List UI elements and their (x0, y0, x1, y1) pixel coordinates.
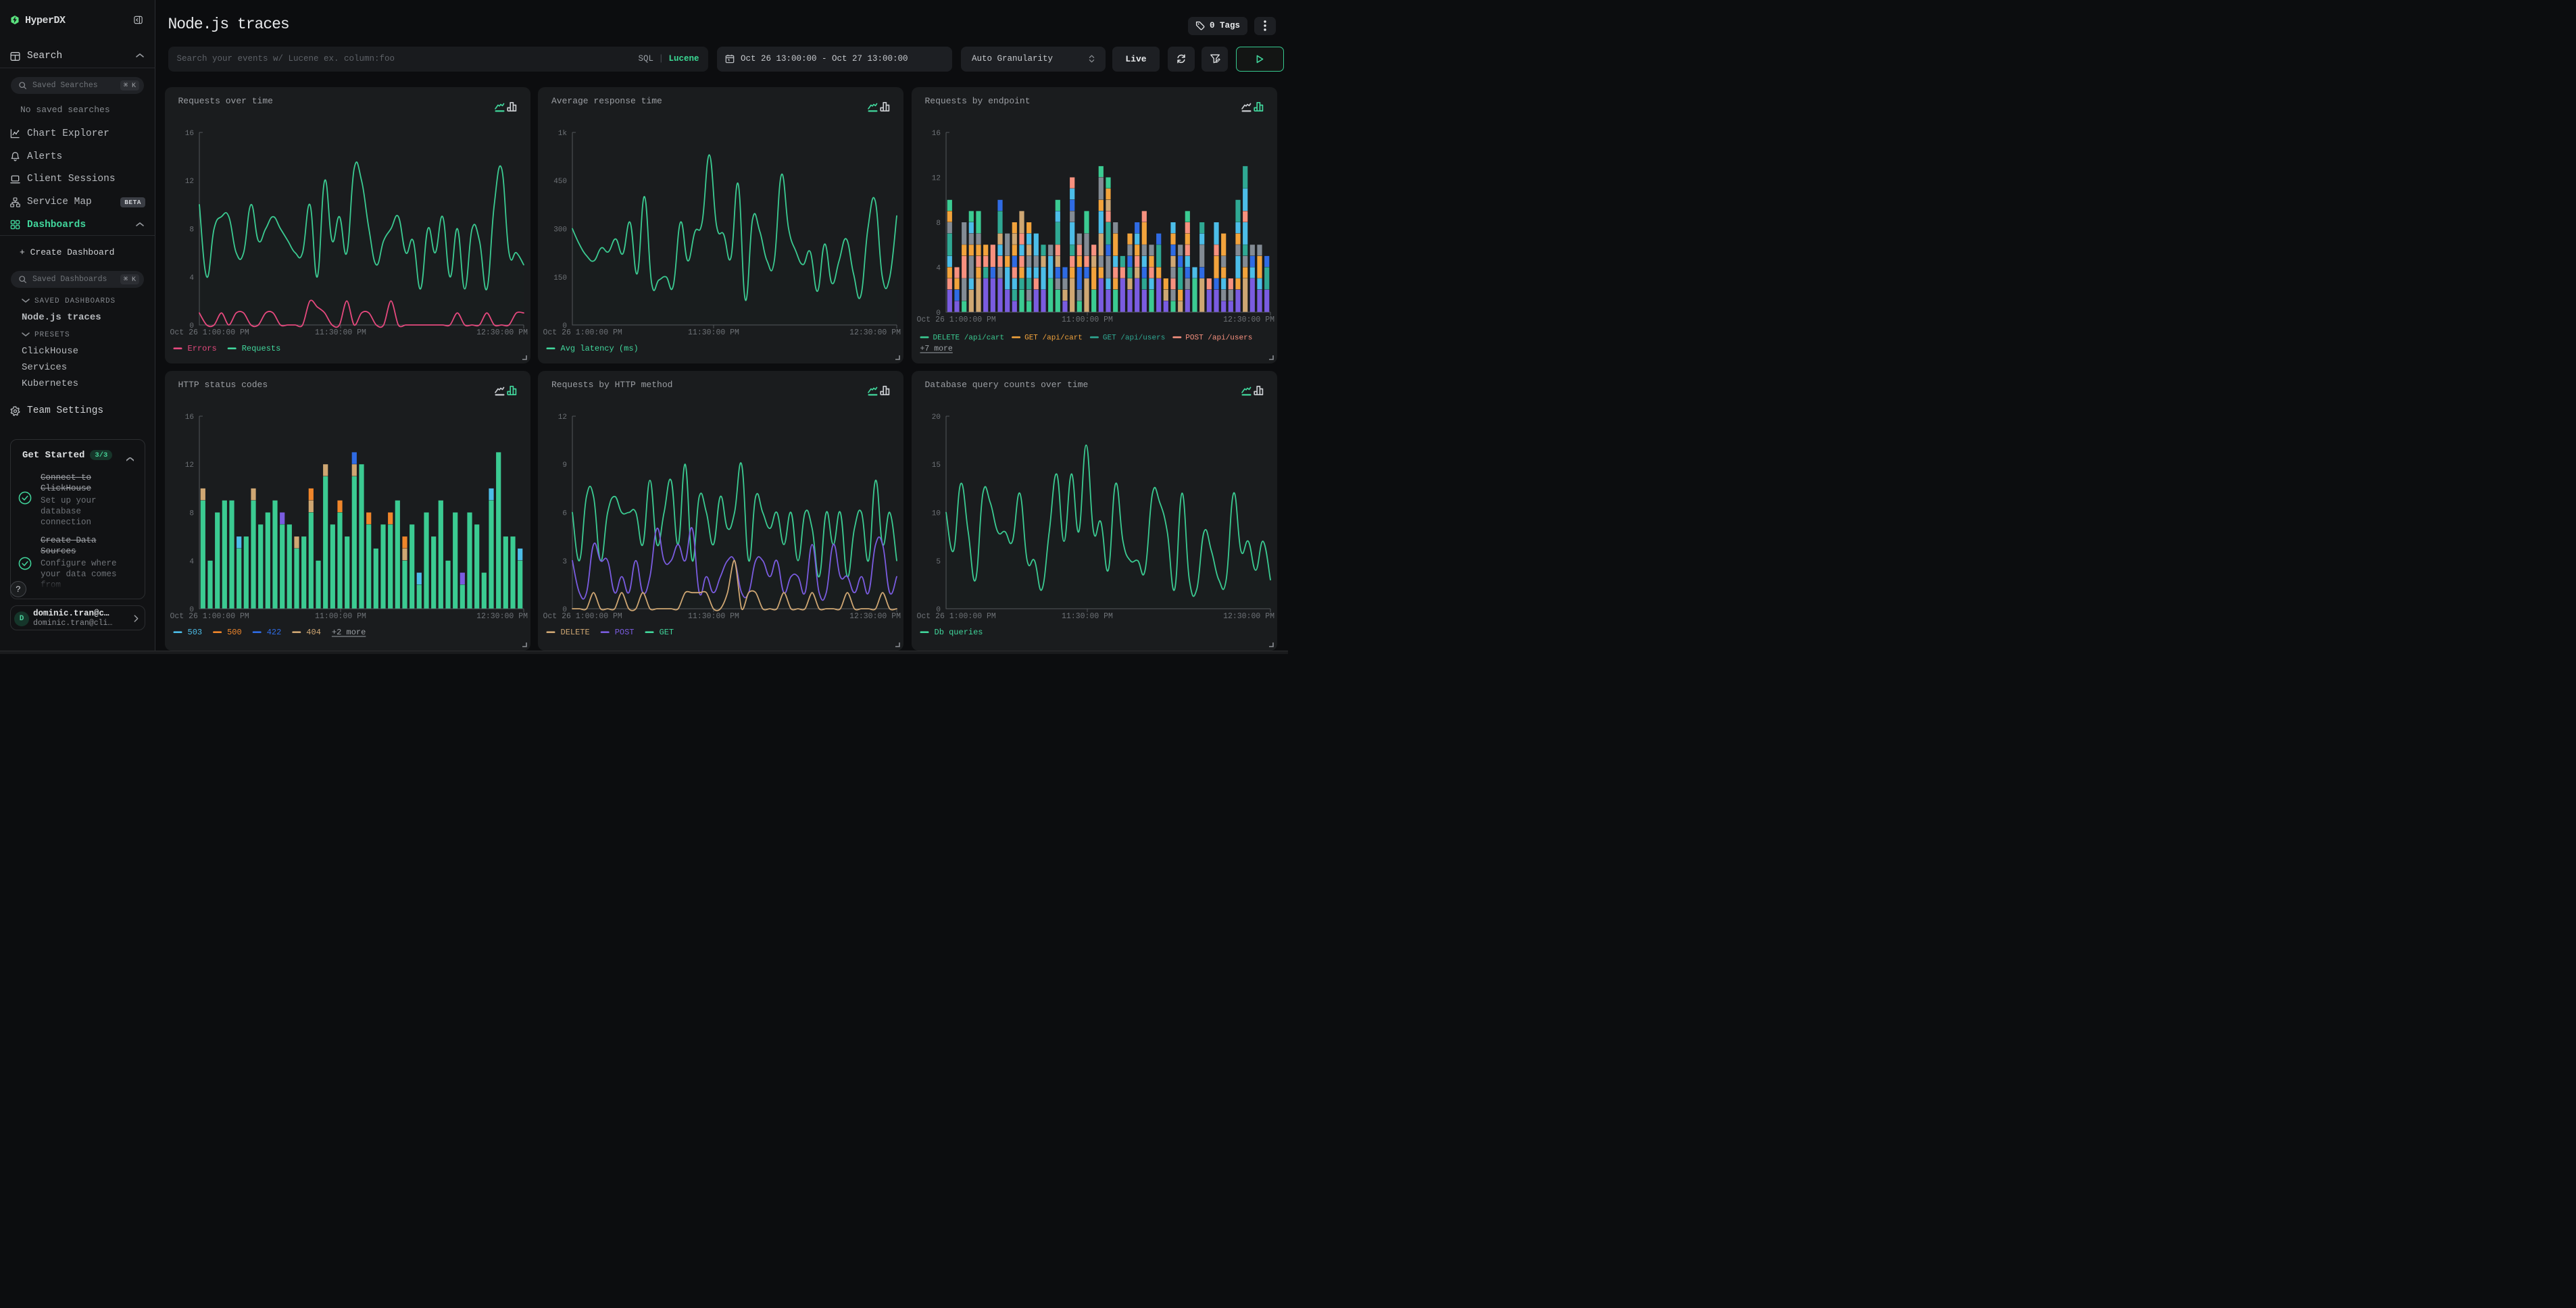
svg-text:POST /api/users: POST /api/users (1185, 334, 1252, 343)
svg-text:+7 more: +7 more (920, 345, 952, 353)
svg-text:Db queries: Db queries (934, 628, 983, 637)
svg-text:450: 450 (553, 178, 567, 186)
svg-text:15: 15 (931, 461, 940, 470)
svg-text:12: 12 (184, 461, 193, 470)
svg-text:8: 8 (936, 220, 941, 228)
svg-text:300: 300 (553, 226, 567, 234)
svg-text:Oct 26 1:00:00 PM: Oct 26 1:00:00 PM (916, 612, 995, 621)
svg-text:4: 4 (936, 265, 941, 273)
svg-text:Oct 26 1:00:00 PM: Oct 26 1:00:00 PM (916, 316, 995, 324)
svg-text:Errors: Errors (187, 344, 216, 353)
svg-text:Requests: Requests (241, 344, 280, 353)
svg-text:+2 more: +2 more (331, 628, 365, 637)
svg-text:422: 422 (266, 628, 281, 637)
svg-text:12:30:00 PM: 12:30:00 PM (1223, 316, 1274, 324)
svg-text:Oct 26 1:00:00 PM: Oct 26 1:00:00 PM (170, 612, 249, 621)
svg-text:12:30:00 PM: 12:30:00 PM (849, 612, 901, 621)
svg-text:6: 6 (562, 509, 567, 518)
svg-text:11:00:00 PM: 11:00:00 PM (1062, 316, 1113, 324)
svg-text:11:30:00 PM: 11:30:00 PM (688, 328, 739, 337)
svg-text:8: 8 (189, 509, 194, 518)
svg-text:11:30:00 PM: 11:30:00 PM (1062, 612, 1113, 621)
svg-text:GET /api/users: GET /api/users (1102, 334, 1164, 343)
svg-text:DELETE /api/cart: DELETE /api/cart (933, 334, 1004, 343)
svg-text:POST: POST (615, 628, 635, 637)
svg-text:11:30:00 PM: 11:30:00 PM (688, 612, 739, 621)
svg-text:20: 20 (931, 413, 940, 422)
svg-text:9: 9 (562, 461, 567, 470)
svg-text:16: 16 (931, 130, 940, 138)
svg-text:GET /api/cart: GET /api/cart (1024, 334, 1083, 343)
svg-text:12: 12 (558, 413, 567, 422)
svg-text:Oct 26 1:00:00 PM: Oct 26 1:00:00 PM (543, 612, 622, 621)
svg-text:503: 503 (187, 628, 202, 637)
svg-text:12: 12 (931, 175, 940, 183)
svg-text:1k: 1k (558, 130, 568, 138)
svg-text:8: 8 (189, 226, 194, 234)
svg-text:500: 500 (227, 628, 242, 637)
svg-text:12: 12 (184, 178, 193, 186)
svg-text:12:30:00 PM: 12:30:00 PM (476, 612, 528, 621)
svg-text:DELETE: DELETE (561, 628, 590, 637)
svg-text:11:30:00 PM: 11:30:00 PM (315, 328, 366, 337)
svg-text:150: 150 (553, 274, 567, 282)
svg-text:16: 16 (184, 413, 193, 422)
svg-text:12:30:00 PM: 12:30:00 PM (476, 328, 528, 337)
svg-text:5: 5 (936, 557, 941, 565)
svg-text:16: 16 (184, 130, 193, 138)
svg-text:12:30:00 PM: 12:30:00 PM (1223, 612, 1274, 621)
svg-text:404: 404 (306, 628, 321, 637)
svg-text:12:30:00 PM: 12:30:00 PM (849, 328, 901, 337)
svg-text:11:00:00 PM: 11:00:00 PM (315, 612, 366, 621)
svg-text:4: 4 (189, 557, 194, 565)
svg-text:Oct 26 1:00:00 PM: Oct 26 1:00:00 PM (170, 328, 249, 337)
svg-text:Avg latency (ms): Avg latency (ms) (561, 344, 639, 353)
svg-text:3: 3 (562, 557, 567, 565)
svg-text:4: 4 (189, 274, 194, 282)
svg-text:Oct 26 1:00:00 PM: Oct 26 1:00:00 PM (543, 328, 622, 337)
svg-text:GET: GET (660, 628, 674, 637)
svg-text:10: 10 (931, 509, 940, 518)
